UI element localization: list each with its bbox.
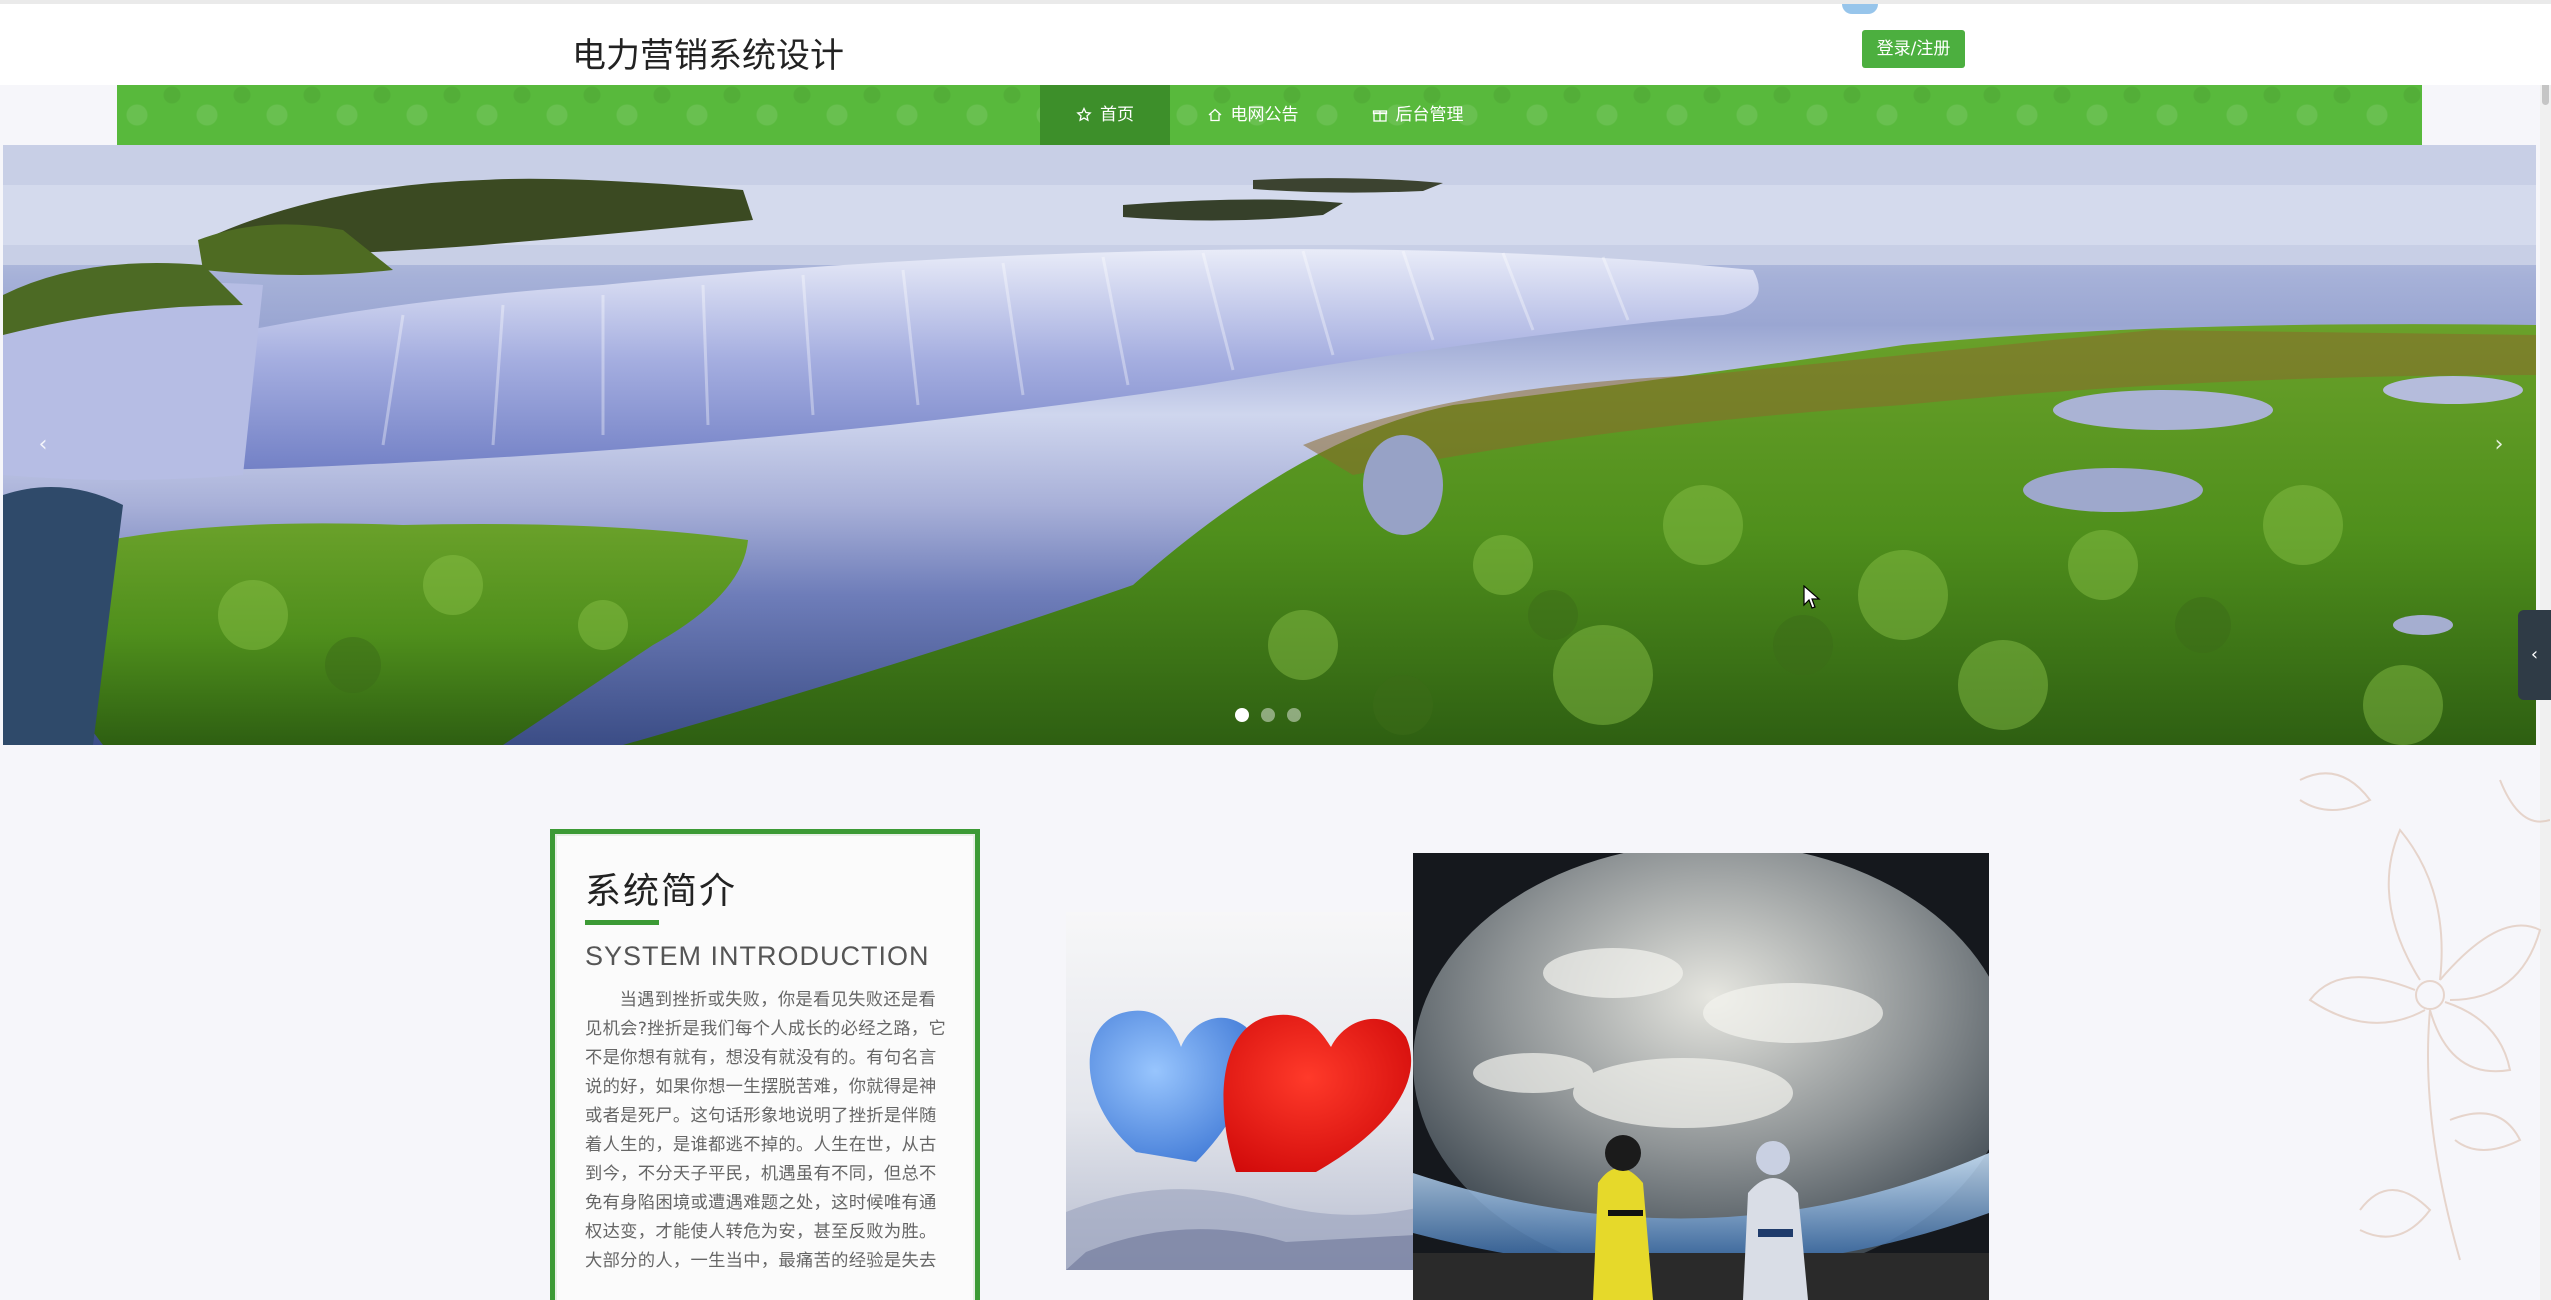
star-icon <box>1076 107 1092 122</box>
intro-body-text: 当遇到挫折或失败，你是看见失败还是看见机会?挫折是我们每个人成长的必经之路，它不… <box>585 990 947 1271</box>
nav-label-notices: 电网公告 <box>1230 105 1299 125</box>
carousel-next-arrow[interactable]: › <box>2479 425 2519 465</box>
nav-label-home: 首页 <box>1100 105 1134 125</box>
title-underline <box>585 920 659 925</box>
carousel-indicators <box>1235 708 1301 722</box>
hero-carousel[interactable]: ‹ › <box>3 145 2536 745</box>
carousel-slide-image <box>3 145 2536 745</box>
earth-illustration <box>1413 853 1989 1300</box>
floral-decoration <box>2299 772 2550 1261</box>
site-header: 电力营销系统设计 登录/注册 <box>0 0 2551 85</box>
intro-subtitle: SYSTEM INTRODUCTION <box>585 941 930 971</box>
site-title: 电力营销系统设计 <box>572 36 844 76</box>
mouse-cursor-icon <box>1803 585 1821 609</box>
side-toggle-tab[interactable]: ‹ <box>2518 610 2551 700</box>
top-indicator <box>1842 4 1878 14</box>
intro-title: 系统简介 <box>585 871 738 912</box>
earth-characters-image <box>1413 853 1989 1300</box>
nav-item-home[interactable]: 首页 <box>1040 85 1170 145</box>
main-nav: 首页 电网公告 后台管理 <box>117 85 2422 145</box>
home-icon <box>1208 108 1221 122</box>
nav-item-admin[interactable]: 后台管理 <box>1335 85 1500 145</box>
carousel-prev-arrow[interactable]: ‹ <box>23 425 63 465</box>
login-register-button[interactable]: 登录/注册 <box>1862 30 1965 68</box>
hearts-image <box>1066 912 1470 1270</box>
gift-icon <box>1372 110 1387 122</box>
hearts-illustration <box>1066 1010 1470 1270</box>
carousel-dot[interactable] <box>1261 708 1275 722</box>
nav-item-notices[interactable]: 电网公告 <box>1170 85 1335 145</box>
system-intro-card: 系统简介 SYSTEM INTRODUCTION 当遇到挫折或失败，你是看见失败… <box>550 829 980 1300</box>
carousel-dot[interactable] <box>1287 708 1301 722</box>
nav-label-admin: 后台管理 <box>1395 105 1464 125</box>
carousel-dot[interactable] <box>1235 708 1249 722</box>
